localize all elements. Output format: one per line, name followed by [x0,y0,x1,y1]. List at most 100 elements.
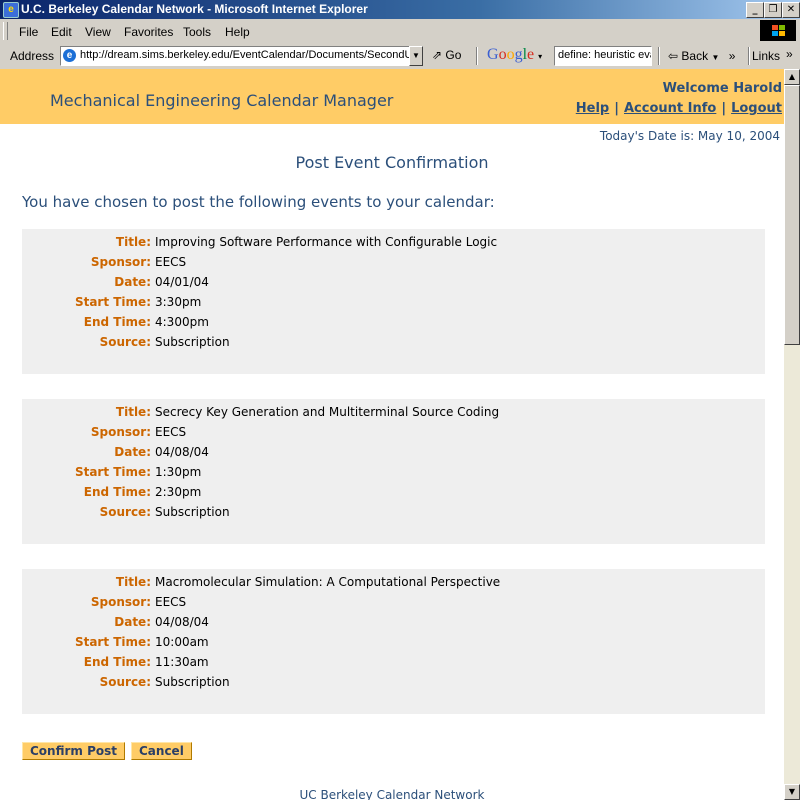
sponsor-label: Sponsor: [90,595,151,609]
window-title: U.C. Berkeley Calendar Network - Microso… [21,2,368,16]
start-time-label: Start Time: [74,635,151,649]
event-title: Improving Software Performance with Conf… [155,235,498,249]
event-sponsor: EECS [155,425,187,439]
event-sponsor-row: Sponsor: EECS [22,595,765,615]
top-links: Help | Account Info | Logout [576,101,782,116]
google-logo[interactable]: Google ▾ [487,46,542,64]
event-title: Secrecy Key Generation and Multiterminal… [155,405,500,419]
app-title: Mechanical Engineering Calendar Manager [50,91,394,110]
title-label: Title: [115,235,151,249]
restore-button[interactable]: ❐ [764,2,782,18]
page-content: Mechanical Engineering Calendar Manager … [0,69,784,800]
event-card: Title: Improving Software Performance wit… [22,229,765,374]
windows-logo-icon [760,20,796,41]
address-bar: Address e http://dream.sims.berkeley.edu… [0,43,800,70]
back-label: Back [681,49,709,63]
address-dropdown-button[interactable]: ▼ [409,46,423,66]
source-label: Source: [99,675,151,689]
google-search-input[interactable]: define: heuristic eva [554,46,652,66]
event-date: 04/08/04 [155,445,209,459]
scroll-down-arrow-icon[interactable]: ▼ [784,784,800,800]
back-button[interactable]: ⇦ Back ▼ » [668,49,735,63]
menu-edit[interactable]: Edit [51,25,72,39]
event-title: Macromolecular Simulation: A Computation… [155,575,501,589]
event-title-row: Title: Improving Software Performance wit… [22,235,765,255]
event-start-row: Start Time: 1:30pm [22,465,765,485]
close-button[interactable]: ✕ [782,2,800,18]
start-time-label: Start Time: [74,465,151,479]
end-time-label: End Time: [83,655,151,669]
address-input[interactable]: e http://dream.sims.berkeley.edu/EventCa… [60,46,420,66]
cancel-button[interactable]: Cancel [131,742,192,760]
date-label: Date: [114,445,151,459]
go-label: Go [445,48,462,62]
event-card: Title: Macromolecular Simulation: A Compu… [22,569,765,714]
google-search-value: define: heuristic eva [558,49,652,61]
scroll-thumb[interactable] [784,85,800,345]
confirm-post-button[interactable]: Confirm Post [22,742,126,760]
source-label: Source: [99,335,151,349]
address-url: http://dream.sims.berkeley.edu/EventCale… [80,49,420,61]
chevron-down-icon: ▼ [711,53,720,62]
event-source-row: Source: Subscription [22,505,765,525]
toolbar-divider [748,47,750,65]
menu-help[interactable]: Help [225,25,250,39]
start-time-label: Start Time: [74,295,151,309]
page-title: Post Event Confirmation [295,153,489,172]
title-label: Title: [115,405,151,419]
page-icon: e [63,49,76,62]
go-button[interactable]: ⇗ Go [432,48,461,62]
sponsor-label: Sponsor: [90,425,151,439]
google-dropdown-icon: ▾ [538,52,543,61]
event-source-row: Source: Subscription [22,335,765,355]
source-label: Source: [99,505,151,519]
menu-file[interactable]: File [19,25,38,39]
event-end-time: 11:30am [155,655,209,669]
menu-view[interactable]: View [85,25,111,39]
links-more-icon[interactable]: » [786,47,793,61]
menu-tools[interactable]: Tools [183,25,211,39]
event-date: 04/08/04 [155,615,209,629]
page-header: Mechanical Engineering Calendar Manager … [0,69,784,124]
link-separator: | [721,101,727,116]
intro-text: You have chosen to post the following ev… [22,193,495,211]
links-button[interactable]: Links [752,49,780,63]
help-link[interactable]: Help [576,101,609,116]
ie-icon: e [3,2,19,18]
event-end-row: End Time: 4:300pm [22,315,765,335]
event-end-row: End Time: 11:30am [22,655,765,675]
event-date: 04/01/04 [155,275,209,289]
event-source: Subscription [155,335,230,349]
vertical-scrollbar[interactable]: ▲ ▼ [784,69,800,800]
event-sponsor-row: Sponsor: EECS [22,425,765,445]
date-label: Date: [114,275,151,289]
toolbar-divider [658,47,660,65]
event-start-time: 10:00am [155,635,209,649]
sponsor-label: Sponsor: [90,255,151,269]
event-start-time: 3:30pm [155,295,202,309]
go-arrow-icon: ⇗ [432,48,443,62]
end-time-label: End Time: [83,485,151,499]
menubar: File Edit View Favorites Tools Help [0,19,800,44]
menu-favorites[interactable]: Favorites [124,25,173,39]
logout-link[interactable]: Logout [731,101,782,116]
event-date-row: Date: 04/01/04 [22,275,765,295]
link-separator: | [614,101,619,116]
footer-text: UC Berkeley Calendar Network [299,788,485,800]
account-info-link[interactable]: Account Info [624,101,716,116]
event-sponsor: EECS [155,595,187,609]
toolbar-divider [476,47,478,65]
event-start-row: Start Time: 3:30pm [22,295,765,315]
back-arrow-icon: ⇦ [668,49,679,63]
today-date: Today's Date is: May 10, 2004 [599,129,780,143]
event-sponsor: EECS [155,255,187,269]
minimize-button[interactable]: _ [746,2,764,18]
event-end-time: 2:30pm [155,485,202,499]
scroll-up-arrow-icon[interactable]: ▲ [784,69,800,85]
event-title-row: Title: Secrecy Key Generation and Multite… [22,405,765,425]
window-titlebar: e U.C. Berkeley Calendar Network - Micro… [0,0,800,19]
event-source-row: Source: Subscription [22,675,765,695]
title-label: Title: [115,575,151,589]
address-label: Address [10,49,55,63]
event-start-row: Start Time: 10:00am [22,635,765,655]
